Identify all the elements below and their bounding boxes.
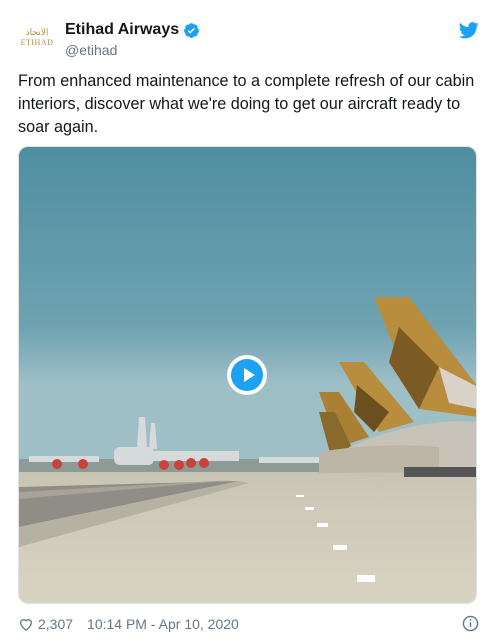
play-button[interactable] <box>227 355 267 395</box>
tweet-footer: 2,307 10:14 PM - Apr 10, 2020 <box>18 614 479 634</box>
heart-icon[interactable] <box>18 616 34 632</box>
tweet-timestamp[interactable]: 10:14 PM - Apr 10, 2020 <box>87 616 239 632</box>
tweet-header: الاتحاد ETIHAD Etihad Airways @etihad <box>18 18 479 60</box>
display-name-row[interactable]: Etihad Airways <box>65 20 200 40</box>
play-icon <box>231 359 263 391</box>
account-handle[interactable]: @etihad <box>65 41 200 59</box>
tweet-card: الاتحاد ETIHAD Etihad Airways @etihad Fr… <box>0 0 497 644</box>
account-names: Etihad Airways @etihad <box>65 20 200 59</box>
tweet-text: From enhanced maintenance to a complete … <box>18 72 475 136</box>
avatar[interactable]: الاتحاد ETIHAD <box>18 18 56 56</box>
logo-arabic-text: الاتحاد <box>25 27 49 38</box>
twitter-bird-icon[interactable] <box>459 20 479 40</box>
like-count[interactable]: 2,307 <box>38 616 73 632</box>
verified-badge-icon <box>184 22 200 38</box>
video-player[interactable] <box>18 146 477 604</box>
logo-english-text: ETIHAD <box>20 37 54 47</box>
display-name[interactable]: Etihad Airways <box>65 20 179 40</box>
info-icon[interactable] <box>462 615 479 632</box>
